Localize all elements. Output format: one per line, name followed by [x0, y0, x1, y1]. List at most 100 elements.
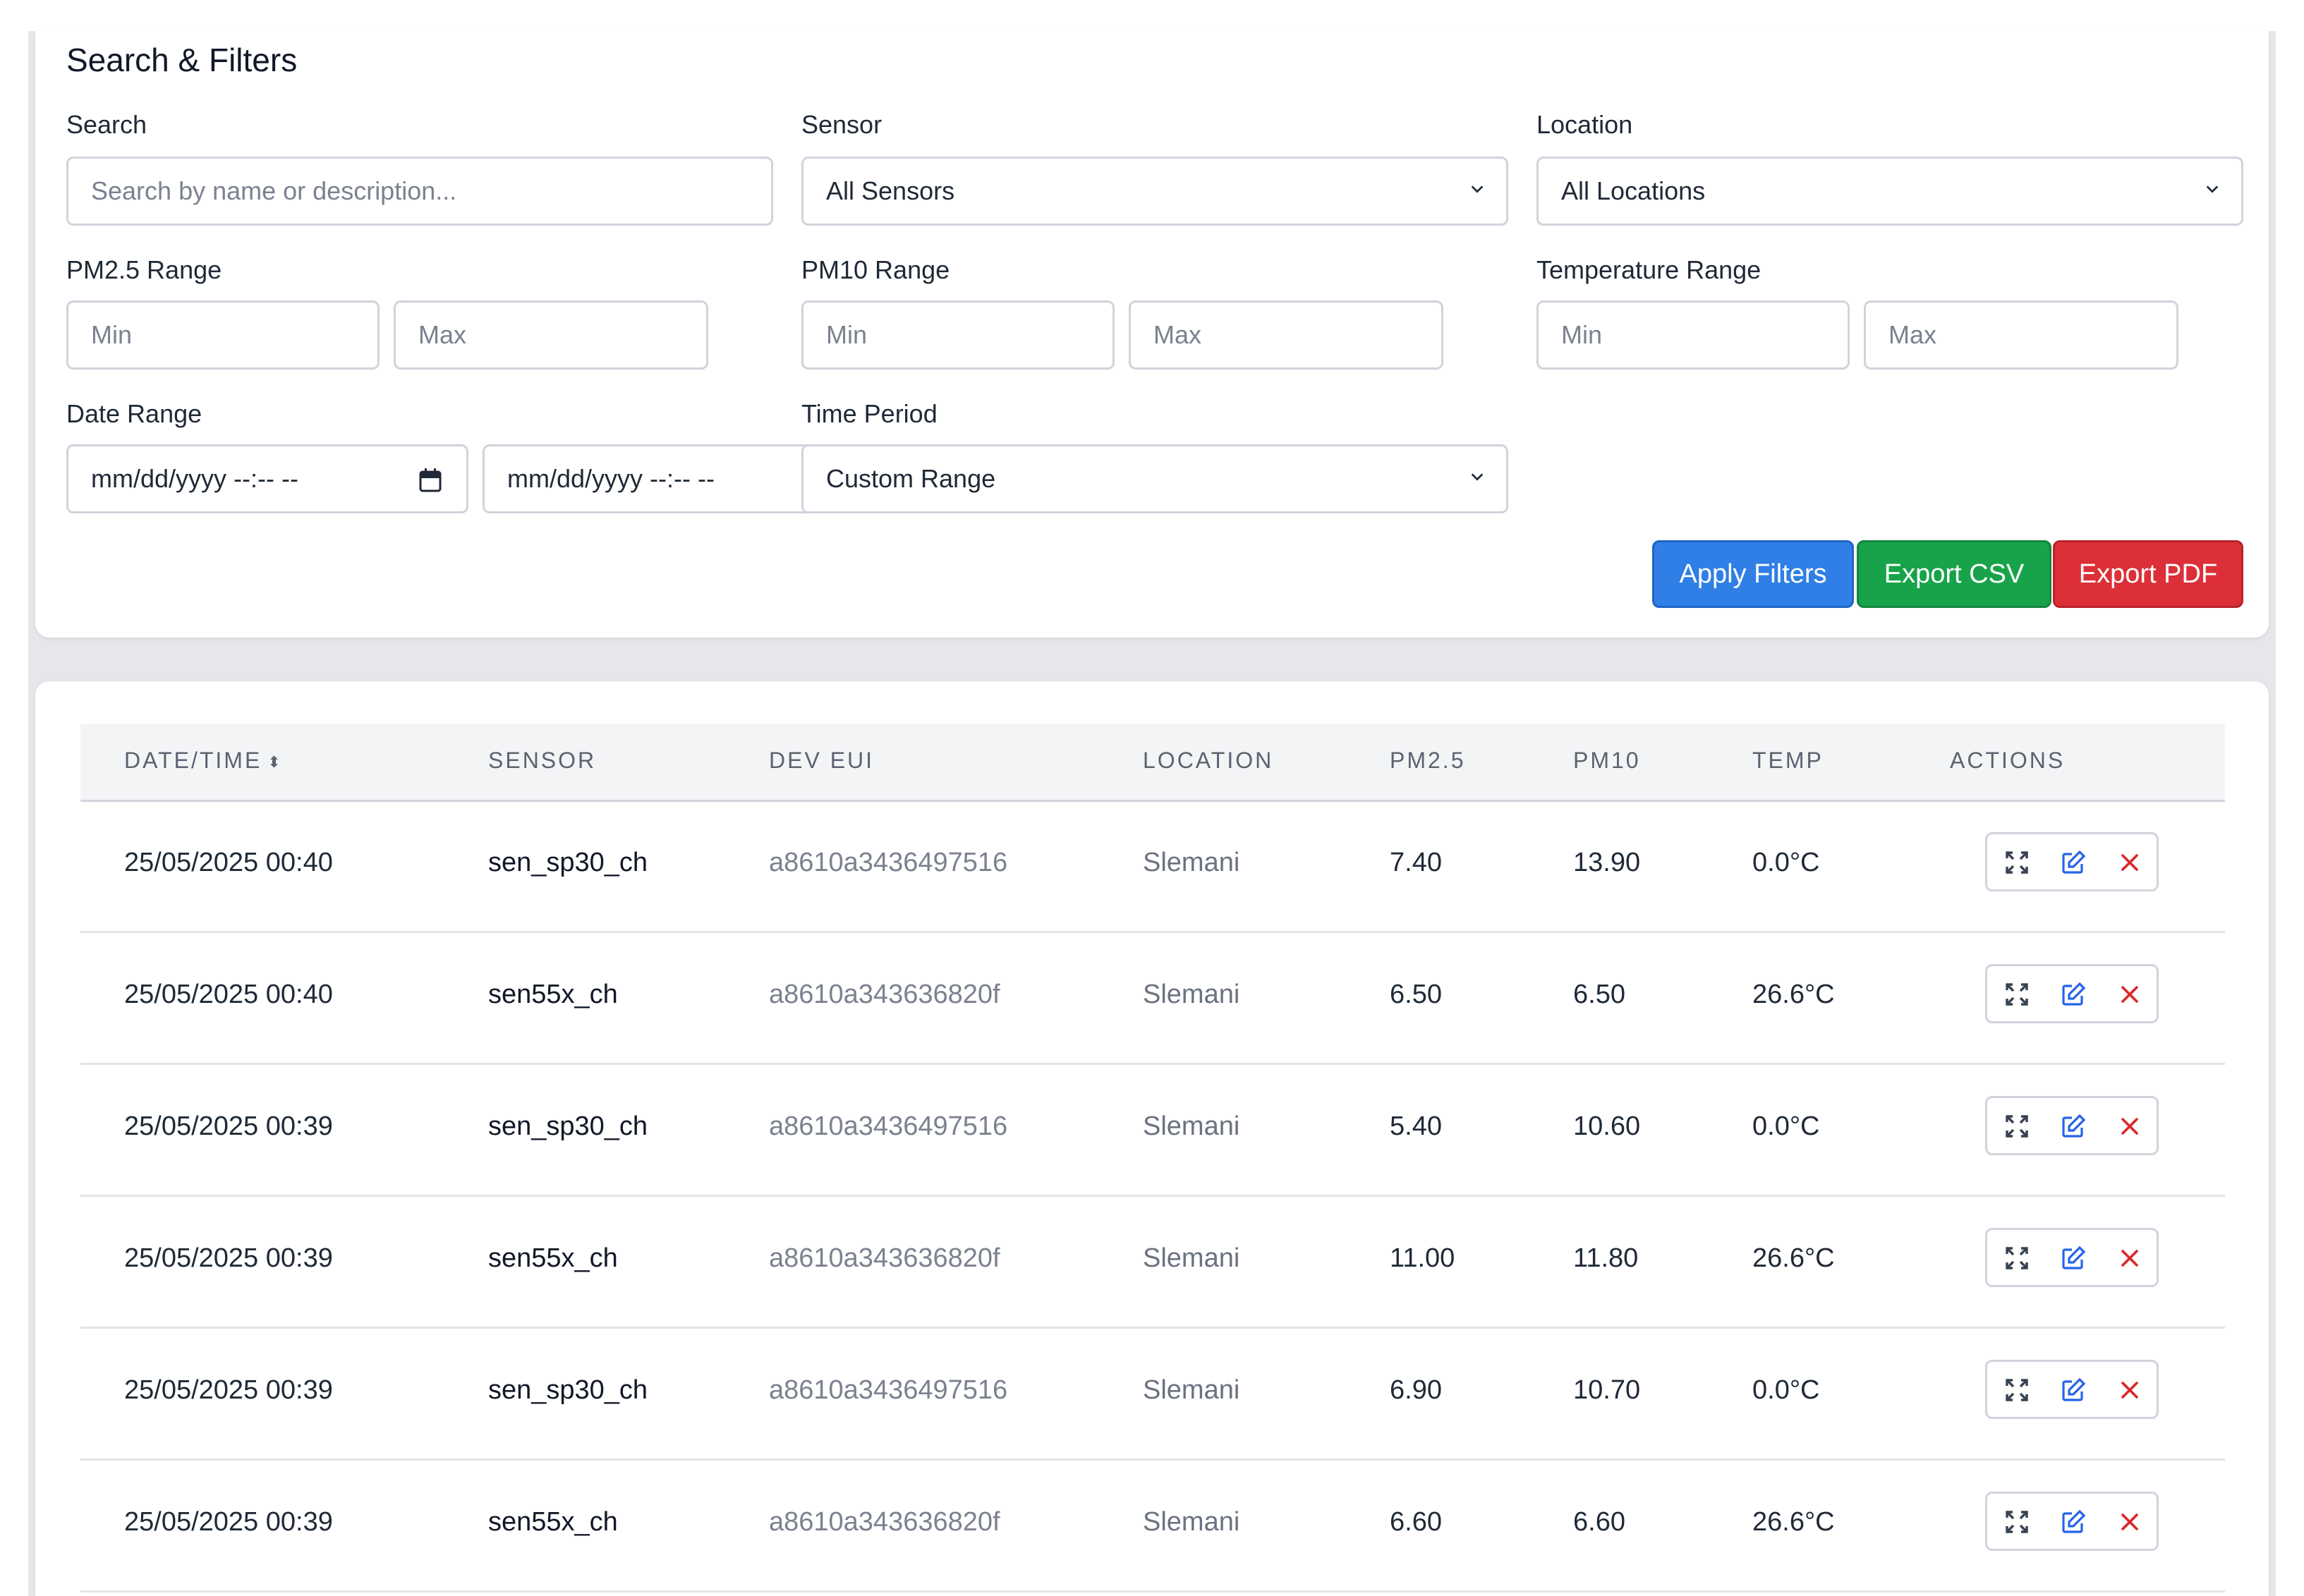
cell-pm25: 11.00 [1390, 1243, 1455, 1273]
cell-pm10: 11.80 [1573, 1243, 1639, 1273]
location-select-value: All Locations [1561, 176, 1706, 205]
chevron-down-icon [1471, 473, 1484, 481]
expand-icon[interactable] [2001, 847, 2032, 878]
sensor-select[interactable]: All Sensors [801, 157, 1508, 226]
cell-sensor: sen_sp30_ch [488, 1111, 648, 1141]
row-actions [1985, 1228, 2159, 1287]
date-from-value: mm/dd/yyyy --:-- -- [91, 464, 298, 493]
header-actions: ACTIONS [1950, 748, 2066, 773]
header-temp: TEMP [1752, 748, 1824, 773]
cell-dev-eui: a8610a343636820f [769, 1507, 1000, 1537]
pm25-min-input[interactable] [66, 300, 380, 370]
cell-location: Slemani [1143, 1507, 1240, 1537]
cell-location: Slemani [1143, 980, 1240, 1009]
table-row: 25/05/2025 00:39 sen55x_ch a8610a343636820… [80, 1195, 2225, 1329]
date-from-input[interactable]: mm/dd/yyyy --:-- -- [66, 444, 468, 513]
readings-table: DATE/TIME ⬍ SENSOR DEV EUI LOCATION PM2.5… [35, 681, 2269, 1596]
cell-sensor: sen55x_ch [488, 1243, 618, 1273]
cell-pm10: 6.60 [1573, 1507, 1625, 1537]
cell-dev-eui: a8610a343636820f [769, 1243, 1000, 1273]
cell-dev-eui: a8610a343636820f [769, 980, 1000, 1009]
time-period-select[interactable]: Custom Range [801, 444, 1508, 513]
cell-pm25: 6.90 [1390, 1375, 1442, 1405]
row-actions [1985, 1492, 2159, 1551]
expand-icon[interactable] [2001, 979, 2032, 1010]
temperature-min-input[interactable] [1536, 300, 1850, 370]
apply-filters-button[interactable]: Apply Filters [1652, 540, 1854, 608]
chevron-down-icon [2206, 185, 2219, 193]
row-actions [1985, 964, 2159, 1023]
expand-icon[interactable] [2001, 1111, 2032, 1142]
cell-pm25: 6.60 [1390, 1507, 1442, 1537]
row-actions [1985, 1360, 2159, 1419]
calendar-icon[interactable] [418, 468, 442, 493]
edit-icon[interactable] [2058, 979, 2089, 1010]
filters-title: Search & Filters [66, 42, 298, 78]
header-datetime-label: DATE/TIME [124, 748, 262, 773]
edit-icon[interactable] [2058, 1243, 2089, 1274]
cell-temp: 26.6°C [1752, 1507, 1835, 1537]
export-pdf-button[interactable]: Export PDF [2053, 540, 2243, 608]
sensor-label: Sensor [801, 110, 883, 139]
table-row: 25/05/2025 00:39 sen_sp30_ch a8610a3436497… [80, 1327, 2225, 1461]
cell-pm10: 13.90 [1573, 848, 1641, 877]
header-pm25: PM2.5 [1390, 748, 1466, 773]
edit-icon[interactable] [2058, 1111, 2089, 1142]
header-location: LOCATION [1143, 748, 1274, 773]
delete-icon[interactable] [2114, 1375, 2145, 1406]
cell-sensor: sen55x_ch [488, 980, 618, 1009]
expand-icon[interactable] [2001, 1506, 2032, 1537]
table-row: 25/05/2025 00:40 sen55x_ch a8610a343636820… [80, 932, 2225, 1065]
table-row: 25/05/2025 00:39 sen55x_ch a8610a343636820… [80, 1459, 2225, 1592]
pm10-min-input[interactable] [801, 300, 1115, 370]
delete-icon[interactable] [2114, 979, 2145, 1010]
cell-sensor: sen_sp30_ch [488, 1375, 648, 1405]
date-range-label: Date Range [66, 399, 202, 428]
cell-datetime: 25/05/2025 00:39 [124, 1243, 333, 1273]
cell-datetime: 25/05/2025 00:40 [124, 848, 333, 877]
edit-icon[interactable] [2058, 1506, 2089, 1537]
cell-pm10: 6.50 [1573, 980, 1625, 1009]
delete-icon[interactable] [2114, 1111, 2145, 1142]
cell-temp: 0.0°C [1752, 848, 1820, 877]
delete-icon[interactable] [2114, 1506, 2145, 1537]
header-datetime[interactable]: DATE/TIME ⬍ [124, 748, 281, 774]
temperature-range-label: Temperature Range [1536, 255, 1762, 284]
row-actions [1985, 1096, 2159, 1155]
pm25-max-input[interactable] [394, 300, 708, 370]
filters-panel: Search & Filters Search Sensor All Senso… [35, 31, 2269, 638]
search-label: Search [66, 110, 147, 139]
cell-temp: 0.0°C [1752, 1111, 1820, 1141]
date-to-input[interactable]: mm/dd/yyyy --:-- -- [483, 444, 814, 513]
cell-dev-eui: a8610a3436497516 [769, 1111, 1008, 1141]
table-row: 25/05/2025 00:39 sen_sp30_ch a8610a3436497… [80, 1064, 2225, 1197]
location-select[interactable]: All Locations [1536, 157, 2243, 226]
delete-icon[interactable] [2114, 1243, 2145, 1274]
search-input[interactable] [66, 157, 773, 226]
cell-pm25: 5.40 [1390, 1111, 1442, 1141]
cell-sensor: sen_sp30_ch [488, 848, 648, 877]
delete-icon[interactable] [2114, 847, 2145, 878]
cell-dev-eui: a8610a3436497516 [769, 1375, 1008, 1405]
table-header: DATE/TIME ⬍ SENSOR DEV EUI LOCATION PM2.5… [80, 724, 2225, 802]
time-period-label: Time Period [801, 399, 938, 428]
cell-pm10: 10.60 [1573, 1111, 1641, 1141]
export-csv-button[interactable]: Export CSV [1857, 540, 2051, 608]
expand-icon[interactable] [2001, 1243, 2032, 1274]
chevron-down-icon [1471, 185, 1484, 193]
pm10-max-input[interactable] [1129, 300, 1443, 370]
cell-sensor: sen55x_ch [488, 1507, 618, 1537]
cell-location: Slemani [1143, 1243, 1240, 1273]
temperature-max-input[interactable] [1864, 300, 2178, 370]
expand-icon[interactable] [2001, 1375, 2032, 1406]
table-row: 25/05/2025 00:40 sen_sp30_ch a8610a3436497… [80, 800, 2225, 933]
cell-datetime: 25/05/2025 00:39 [124, 1111, 333, 1141]
header-sensor: SENSOR [488, 748, 597, 773]
edit-icon[interactable] [2058, 847, 2089, 878]
date-to-value: mm/dd/yyyy --:-- -- [507, 464, 715, 493]
sort-icon[interactable]: ⬍ [267, 753, 280, 771]
sensor-select-value: All Sensors [826, 176, 955, 205]
cell-temp: 26.6°C [1752, 980, 1835, 1009]
cell-location: Slemani [1143, 848, 1240, 877]
edit-icon[interactable] [2058, 1375, 2089, 1406]
